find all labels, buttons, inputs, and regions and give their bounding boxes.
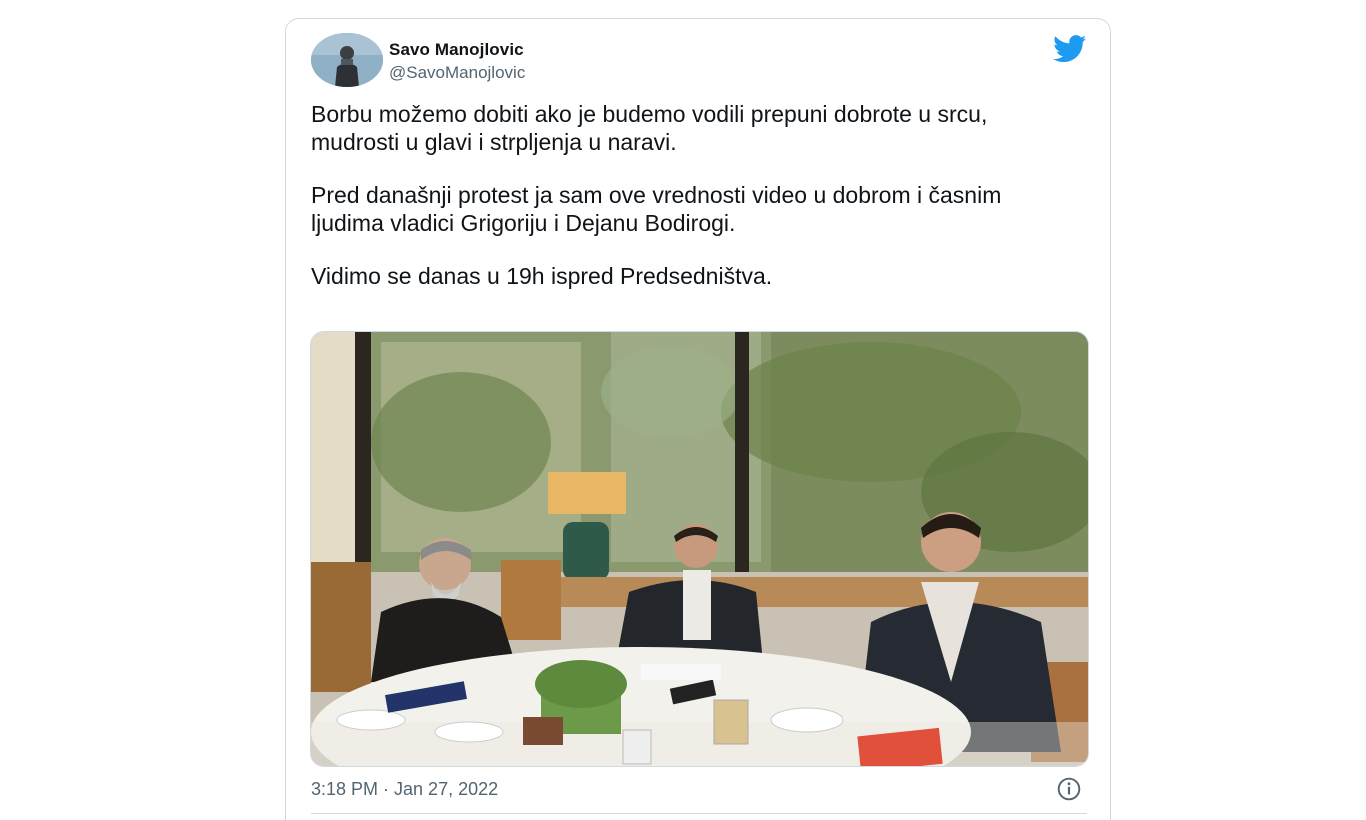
tweet-photo[interactable] bbox=[310, 331, 1089, 767]
photo-restaurant-table bbox=[311, 332, 1088, 766]
avatar-image bbox=[311, 33, 383, 87]
twitter-bird-icon[interactable] bbox=[1052, 35, 1088, 63]
divider bbox=[311, 813, 1087, 814]
tweet-paragraph: Borbu možemo dobiti ako je budemo vodili… bbox=[311, 101, 988, 155]
tweet-card: Savo Manojlovic @SavoManojlovic Borbu mo… bbox=[285, 18, 1111, 820]
avatar[interactable] bbox=[311, 33, 383, 87]
info-icon[interactable] bbox=[1056, 776, 1082, 802]
tweet-paragraph: Pred današnji protest ja sam ove vrednos… bbox=[311, 182, 1002, 236]
tweet-timestamp[interactable]: 3:18 PM · Jan 27, 2022 bbox=[311, 779, 498, 800]
author-handle[interactable]: @SavoManojlovic bbox=[389, 63, 525, 83]
tweet-paragraph: Vidimo se danas u 19h ispred Predsedništ… bbox=[311, 263, 773, 289]
tweet-text: Borbu možemo dobiti ako je budemo vodili… bbox=[311, 101, 1071, 317]
author-name[interactable]: Savo Manojlovic bbox=[389, 40, 524, 60]
